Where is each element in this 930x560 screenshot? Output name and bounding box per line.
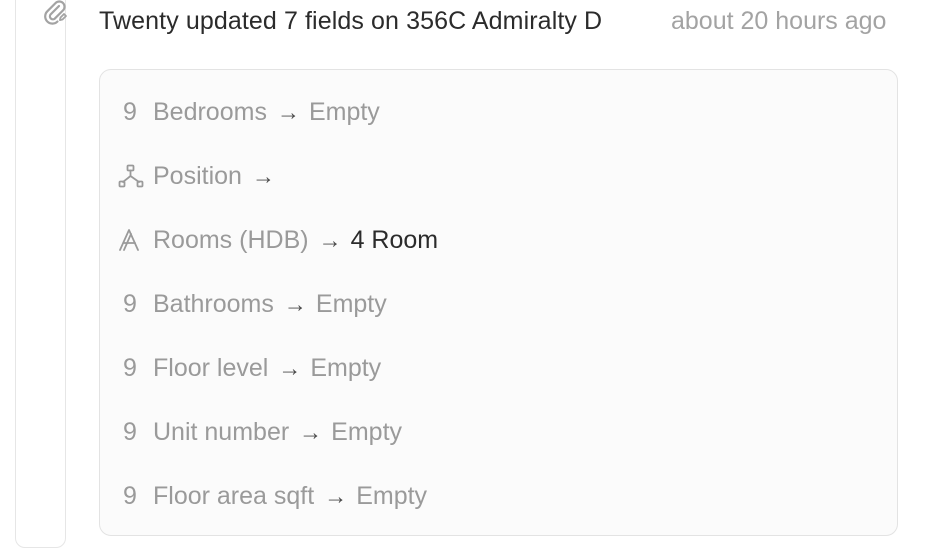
arrow-icon: → xyxy=(283,290,307,317)
number-icon: 9 xyxy=(123,417,137,446)
field-name: Unit number xyxy=(153,417,290,446)
field-value: Empty xyxy=(308,97,380,126)
timeline-rail xyxy=(15,0,67,548)
relation-icon xyxy=(118,161,148,191)
activity-header: Twenty updated 7 fields on 356C Admiralt… xyxy=(99,4,919,38)
change-row-bathrooms: 9 Bathrooms → Empty xyxy=(118,284,387,324)
field-name: Rooms (HDB) xyxy=(153,225,309,254)
change-row-position: Position → xyxy=(118,156,284,196)
activity-page: Twenty updated 7 fields on 356C Admiralt… xyxy=(0,0,930,560)
arrow-icon: → xyxy=(318,226,342,253)
change-row-bedrooms: 9 Bedrooms → Empty xyxy=(118,92,380,132)
select-icon xyxy=(118,225,148,255)
arrow-icon: → xyxy=(278,354,302,381)
arrow-icon: → xyxy=(251,162,275,189)
number-icon: 9 xyxy=(123,353,137,382)
change-row-floor-area-sqft: 9 Floor area sqft → Empty xyxy=(118,476,427,516)
activity-timestamp: about 20 hours ago xyxy=(671,6,887,35)
paperclip-edit-icon xyxy=(40,0,70,27)
field-value: Empty xyxy=(331,417,403,446)
change-row-unit-number: 9 Unit number → Empty xyxy=(118,412,402,452)
arrow-icon: → xyxy=(324,482,348,509)
field-value: Empty xyxy=(315,289,387,318)
change-row-floor-level: 9 Floor level → Empty xyxy=(118,348,381,388)
arrow-icon: → xyxy=(276,98,300,125)
field-name: Floor level xyxy=(153,353,269,382)
arrow-icon: → xyxy=(299,418,323,445)
field-name: Floor area sqft xyxy=(153,481,315,510)
field-value: Empty xyxy=(356,481,428,510)
activity-summary: Twenty updated 7 fields on 356C Admiralt… xyxy=(99,6,603,35)
field-name: Bedrooms xyxy=(153,97,267,126)
number-icon: 9 xyxy=(123,289,137,318)
field-value: Empty xyxy=(310,353,382,382)
field-name: Bathrooms xyxy=(153,289,274,318)
number-icon: 9 xyxy=(123,481,137,510)
field-name: Position xyxy=(153,161,242,190)
changes-card: 9 Bedrooms → Empty Position → Rooms (HDB… xyxy=(99,69,898,536)
field-value: 4 Room xyxy=(350,225,439,254)
number-icon: 9 xyxy=(123,97,137,126)
change-row-rooms-hdb: Rooms (HDB) → 4 Room xyxy=(118,220,438,260)
